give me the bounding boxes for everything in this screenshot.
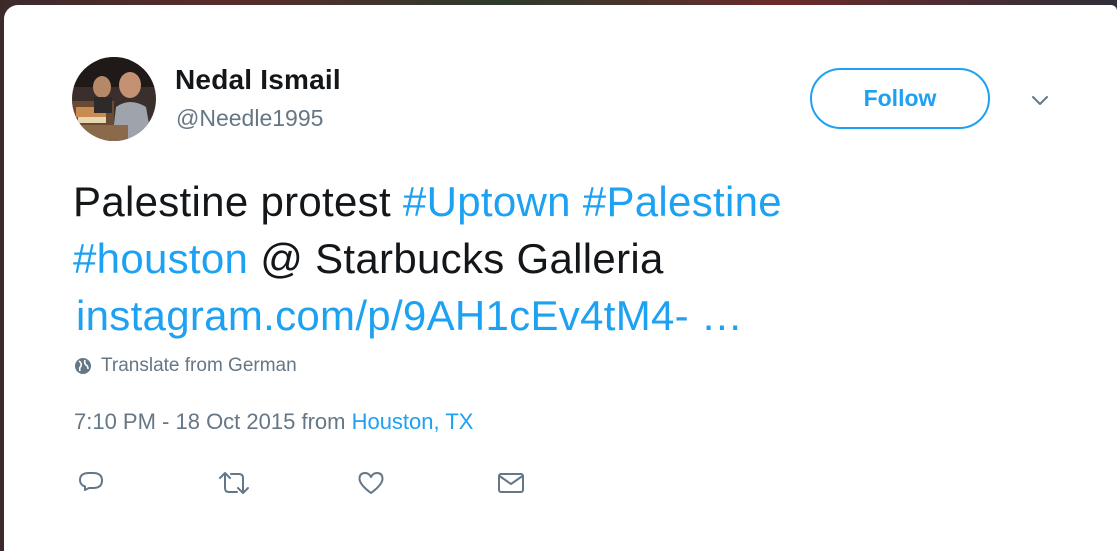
- author-handle[interactable]: @Needle1995: [176, 105, 323, 132]
- avatar-photo-icon: [72, 57, 156, 141]
- hashtag-houston[interactable]: #houston: [73, 235, 248, 282]
- tweet-card: Nedal Ismail @Needle1995 Follow Palestin…: [4, 5, 1117, 551]
- hashtag-palestine[interactable]: #Palestine: [583, 178, 782, 225]
- envelope-icon: [498, 473, 524, 493]
- retweet-button[interactable]: [216, 467, 356, 499]
- tweet-location-text: @ Starbucks Galleria: [248, 235, 664, 282]
- translate-link[interactable]: Translate from German: [73, 355, 297, 377]
- globe-icon: [75, 358, 91, 374]
- more-options-caret[interactable]: [1024, 89, 1056, 113]
- direct-message-button[interactable]: [496, 467, 636, 499]
- location-link[interactable]: Houston, TX: [352, 409, 474, 434]
- like-button[interactable]: [356, 467, 496, 499]
- reply-icon: [79, 472, 103, 491]
- retweet-icon: [219, 472, 249, 494]
- tweet-text-plain: Palestine protest: [73, 178, 403, 225]
- chevron-down-icon: [1032, 96, 1048, 105]
- follow-button[interactable]: Follow: [810, 68, 990, 129]
- translate-label: Translate from German: [101, 355, 297, 376]
- heart-icon: [358, 472, 384, 494]
- tweet-timestamp: 7:10 PM - 18 Oct 2015 from Houston, TX: [74, 409, 473, 435]
- tweet-link[interactable]: instagram.com/p/9AH1cEv4tM4- …: [76, 287, 1053, 344]
- avatar[interactable]: [72, 57, 156, 141]
- reply-button[interactable]: [76, 467, 216, 499]
- timestamp-text[interactable]: 7:10 PM - 18 Oct 2015 from: [74, 409, 352, 434]
- author-name[interactable]: Nedal Ismail: [175, 64, 341, 96]
- hashtag-uptown[interactable]: #Uptown: [403, 178, 571, 225]
- tweet-actions: [76, 467, 636, 499]
- tweet-text: Palestine protest #Uptown #Palestine #hou…: [73, 173, 1053, 344]
